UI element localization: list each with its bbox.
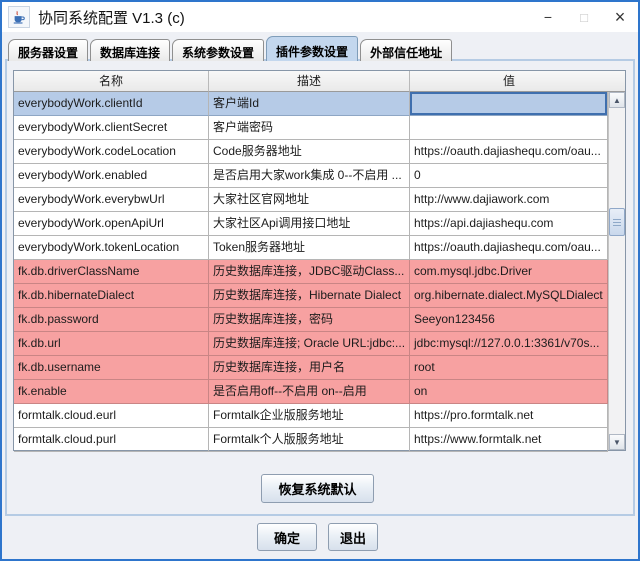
cell-value[interactable]: jdbc:mysql://127.0.0.1:3361/v70s...: [410, 332, 608, 356]
maximize-button[interactable]: □: [566, 2, 602, 32]
cell-name[interactable]: formtalk.cloud.eurl: [14, 404, 209, 428]
cell-name[interactable]: fk.db.driverClassName: [14, 260, 209, 284]
scroll-up-icon[interactable]: ▲: [609, 92, 625, 108]
cell-desc[interactable]: 历史数据库连接，密码: [209, 308, 410, 332]
cell-desc[interactable]: 客户端Id: [209, 92, 410, 116]
tab-bar: 服务器设置 数据库连接 系统参数设置 插件参数设置 外部信任地址: [8, 36, 453, 61]
vertical-scrollbar[interactable]: ▲ ▼: [608, 92, 625, 450]
cell-desc[interactable]: Formtalk企业版服务地址: [209, 404, 410, 428]
cell-desc[interactable]: 历史数据库连接; Oracle URL:jdbc:...: [209, 332, 410, 356]
cell-name[interactable]: formtalk.cloud.purl: [14, 428, 209, 452]
table-row: fk.db.driverClassName 历史数据库连接，JDBC驱动Class…: [14, 260, 625, 284]
cell-name[interactable]: fk.db.url: [14, 332, 209, 356]
table-row: fk.db.password 历史数据库连接，密码 Seeyon123456: [14, 308, 625, 332]
table-row: everybodyWork.codeLocation Code服务器地址 https…: [14, 140, 625, 164]
cell-value[interactable]: https://oauth.dajiashequ.com/oau...: [410, 236, 608, 260]
cell-desc[interactable]: 历史数据库连接，Hibernate Dialect: [209, 284, 410, 308]
cell-name[interactable]: everybodyWork.codeLocation: [14, 140, 209, 164]
app-window: 协同系统配置 V1.3 (c) − □ × 服务器设置 数据库连接 系统参数设置 插件…: [0, 0, 640, 561]
cell-value[interactable]: [410, 116, 608, 140]
window-controls: − □ ×: [530, 2, 638, 32]
cell-value[interactable]: http://www.dajiawork.com: [410, 188, 608, 212]
column-header[interactable]: 名称: [14, 71, 209, 92]
cell-name[interactable]: fk.db.username: [14, 356, 209, 380]
scrollbar-thumb[interactable]: [609, 208, 625, 236]
cell-value[interactable]: Seeyon123456: [410, 308, 608, 332]
cell-desc[interactable]: 历史数据库连接，用户名: [209, 356, 410, 380]
tab-0[interactable]: 服务器设置: [8, 39, 89, 61]
table-row: fk.db.hibernateDialect 历史数据库连接，Hibernate …: [14, 284, 625, 308]
table-header-row: 名称 描述值: [14, 71, 625, 92]
scroll-down-icon[interactable]: ▼: [609, 434, 625, 450]
cell-desc[interactable]: 客户端密码: [209, 116, 410, 140]
table-row: everybodyWork.everybwUrl 大家社区官网地址 http://w…: [14, 188, 625, 212]
cell-desc[interactable]: Code服务器地址: [209, 140, 410, 164]
cell-value[interactable]: root: [410, 356, 608, 380]
table-row: fk.db.url 历史数据库连接; Oracle URL:jdbc:... jdb…: [14, 332, 625, 356]
cell-desc[interactable]: 大家社区Api调用接口地址: [209, 212, 410, 236]
table-row: formtalk.cloud.eurl Formtalk企业版服务地址 https:…: [14, 404, 625, 428]
table-row: fk.db.username 历史数据库连接，用户名 root: [14, 356, 625, 380]
column-header[interactable]: 值: [410, 71, 608, 92]
table-row: everybodyWork.tokenLocation Token服务器地址 htt…: [14, 236, 625, 260]
ok-button[interactable]: 确定: [257, 523, 317, 551]
cell-desc[interactable]: 是否启用off--不启用 on--启用: [209, 380, 410, 404]
close-button[interactable]: ×: [602, 2, 638, 32]
cell-name[interactable]: everybodyWork.clientSecret: [14, 116, 209, 140]
cell-name[interactable]: fk.db.password: [14, 308, 209, 332]
cell-value[interactable]: org.hibernate.dialect.MySQLDialect: [410, 284, 608, 308]
cell-name[interactable]: everybodyWork.tokenLocation: [14, 236, 209, 260]
cell-desc[interactable]: Formtalk个人版服务地址: [209, 428, 410, 452]
tab-3[interactable]: 插件参数设置: [266, 36, 359, 61]
cell-name[interactable]: everybodyWork.everybwUrl: [14, 188, 209, 212]
tab-4[interactable]: 外部信任地址: [360, 39, 453, 61]
window-title: 协同系统配置 V1.3 (c): [38, 9, 185, 27]
cell-value[interactable]: [410, 92, 608, 116]
cell-name[interactable]: fk.enable: [14, 380, 209, 404]
minimize-button[interactable]: −: [530, 2, 566, 32]
column-header[interactable]: 描述: [209, 71, 410, 92]
cell-name[interactable]: fk.db.hibernateDialect: [14, 284, 209, 308]
cell-value[interactable]: com.mysql.jdbc.Driver: [410, 260, 608, 284]
cell-value[interactable]: https://www.formtalk.net: [410, 428, 608, 452]
title-bar: 协同系统配置 V1.3 (c) − □ ×: [2, 2, 638, 32]
tab-1[interactable]: 数据库连接: [90, 39, 171, 61]
header-corner: [608, 71, 625, 92]
table-row: everybodyWork.clientId 客户端Id: [14, 92, 625, 116]
cell-value[interactable]: https://oauth.dajiashequ.com/oau...: [410, 140, 608, 164]
cell-desc[interactable]: Token服务器地址: [209, 236, 410, 260]
config-table: 名称 描述值 everybodyWork.clientId 客户端Id everybo…: [13, 70, 626, 452]
cell-name[interactable]: everybodyWork.openApiUrl: [14, 212, 209, 236]
cell-desc[interactable]: 大家社区官网地址: [209, 188, 410, 212]
table-body: everybodyWork.clientId 客户端Id everybodyWork…: [14, 92, 625, 452]
cell-value[interactable]: https://pro.formtalk.net: [410, 404, 608, 428]
table-row: everybodyWork.clientSecret 客户端密码: [14, 116, 625, 140]
cell-name[interactable]: everybodyWork.enabled: [14, 164, 209, 188]
cell-name[interactable]: everybodyWork.clientId: [14, 92, 209, 116]
java-icon: [8, 6, 30, 28]
restore-defaults-button[interactable]: 恢复系统默认: [261, 474, 374, 503]
table-row: formtalk.cloud.purl Formtalk个人版服务地址 https:…: [14, 428, 625, 452]
table-row: everybodyWork.openApiUrl 大家社区Api调用接口地址 htt…: [14, 212, 625, 236]
cell-desc[interactable]: 是否启用大家work集成 0--不启用 ...: [209, 164, 410, 188]
tab-2[interactable]: 系统参数设置: [172, 39, 265, 61]
table-row: fk.enable 是否启用off--不启用 on--启用 on: [14, 380, 625, 404]
table-row: everybodyWork.enabled 是否启用大家work集成 0--不启用…: [14, 164, 625, 188]
cell-value[interactable]: https://api.dajiashequ.com: [410, 212, 608, 236]
cell-value[interactable]: 0: [410, 164, 608, 188]
cell-value[interactable]: on: [410, 380, 608, 404]
cell-desc[interactable]: 历史数据库连接，JDBC驱动Class...: [209, 260, 410, 284]
exit-button[interactable]: 退出: [328, 523, 378, 551]
